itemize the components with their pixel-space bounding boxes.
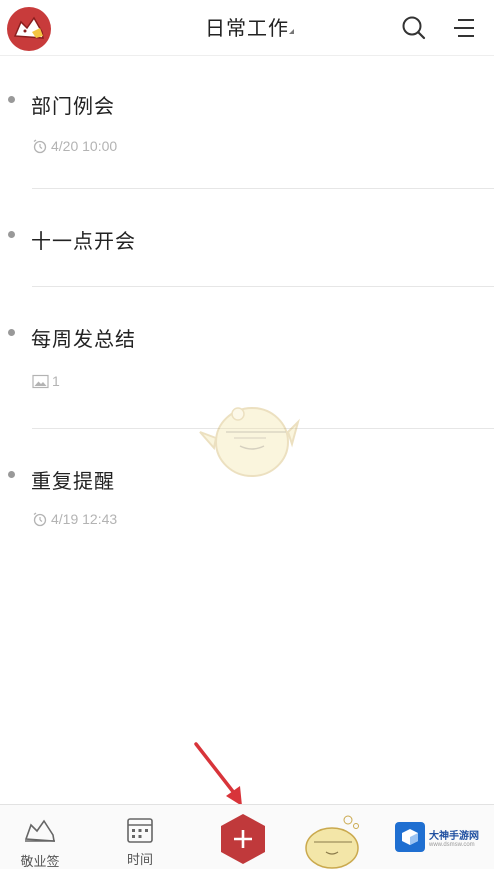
dropdown-caret-icon — [289, 29, 294, 34]
pointer-arrow-icon — [194, 742, 242, 806]
image-icon — [32, 374, 49, 388]
alarm-icon — [33, 139, 47, 154]
bullet-dot — [8, 231, 15, 238]
task-title: 部门例会 — [31, 96, 115, 118]
list-item[interactable]: 部门例会 4/20 10:00 — [0, 56, 494, 189]
task-attachment: 1 — [32, 373, 60, 389]
alarm-icon — [33, 512, 47, 527]
task-reminder: 4/20 10:00 — [32, 138, 117, 154]
tab-notes[interactable]: 敬业签 — [0, 805, 80, 869]
menu-lines-icon — [454, 19, 474, 37]
bullet-dot — [8, 329, 15, 336]
cube-logo-icon — [395, 822, 425, 852]
reminder-time: 4/19 12:43 — [51, 511, 118, 527]
watermark-url: www.dsmsw.com — [429, 841, 475, 848]
mascot-icon — [305, 815, 359, 869]
task-title: 十一点开会 — [31, 231, 136, 253]
page-title: 日常工作 — [205, 18, 289, 40]
fox-notes-icon — [24, 819, 55, 842]
bullet-dot — [8, 471, 15, 478]
search-icon — [402, 16, 426, 40]
tab-notes-label: 敬业签 — [20, 854, 60, 869]
tab-time[interactable]: 时间 — [100, 805, 180, 869]
attachment-count: 1 — [52, 373, 60, 389]
bullet-dot — [8, 96, 15, 103]
site-watermark: 大神手游网 www.dsmsw.com — [395, 820, 493, 854]
task-reminder: 4/19 12:43 — [32, 511, 117, 527]
add-button[interactable] — [219, 812, 267, 866]
watermark-title: 大神手游网 — [429, 830, 479, 842]
list-item[interactable]: 十一点开会 — [0, 189, 494, 287]
mascot-watermark-icon — [199, 407, 300, 477]
task-title: 重复提醒 — [31, 471, 115, 493]
reminder-time: 4/20 10:00 — [51, 138, 118, 154]
calendar-icon — [127, 818, 153, 843]
task-title: 每周发总结 — [31, 329, 136, 351]
menu-button[interactable] — [450, 14, 478, 42]
top-app-bar: 日常工作 — [0, 0, 494, 56]
search-button[interactable] — [400, 14, 428, 42]
tab-time-label: 时间 — [126, 852, 153, 867]
